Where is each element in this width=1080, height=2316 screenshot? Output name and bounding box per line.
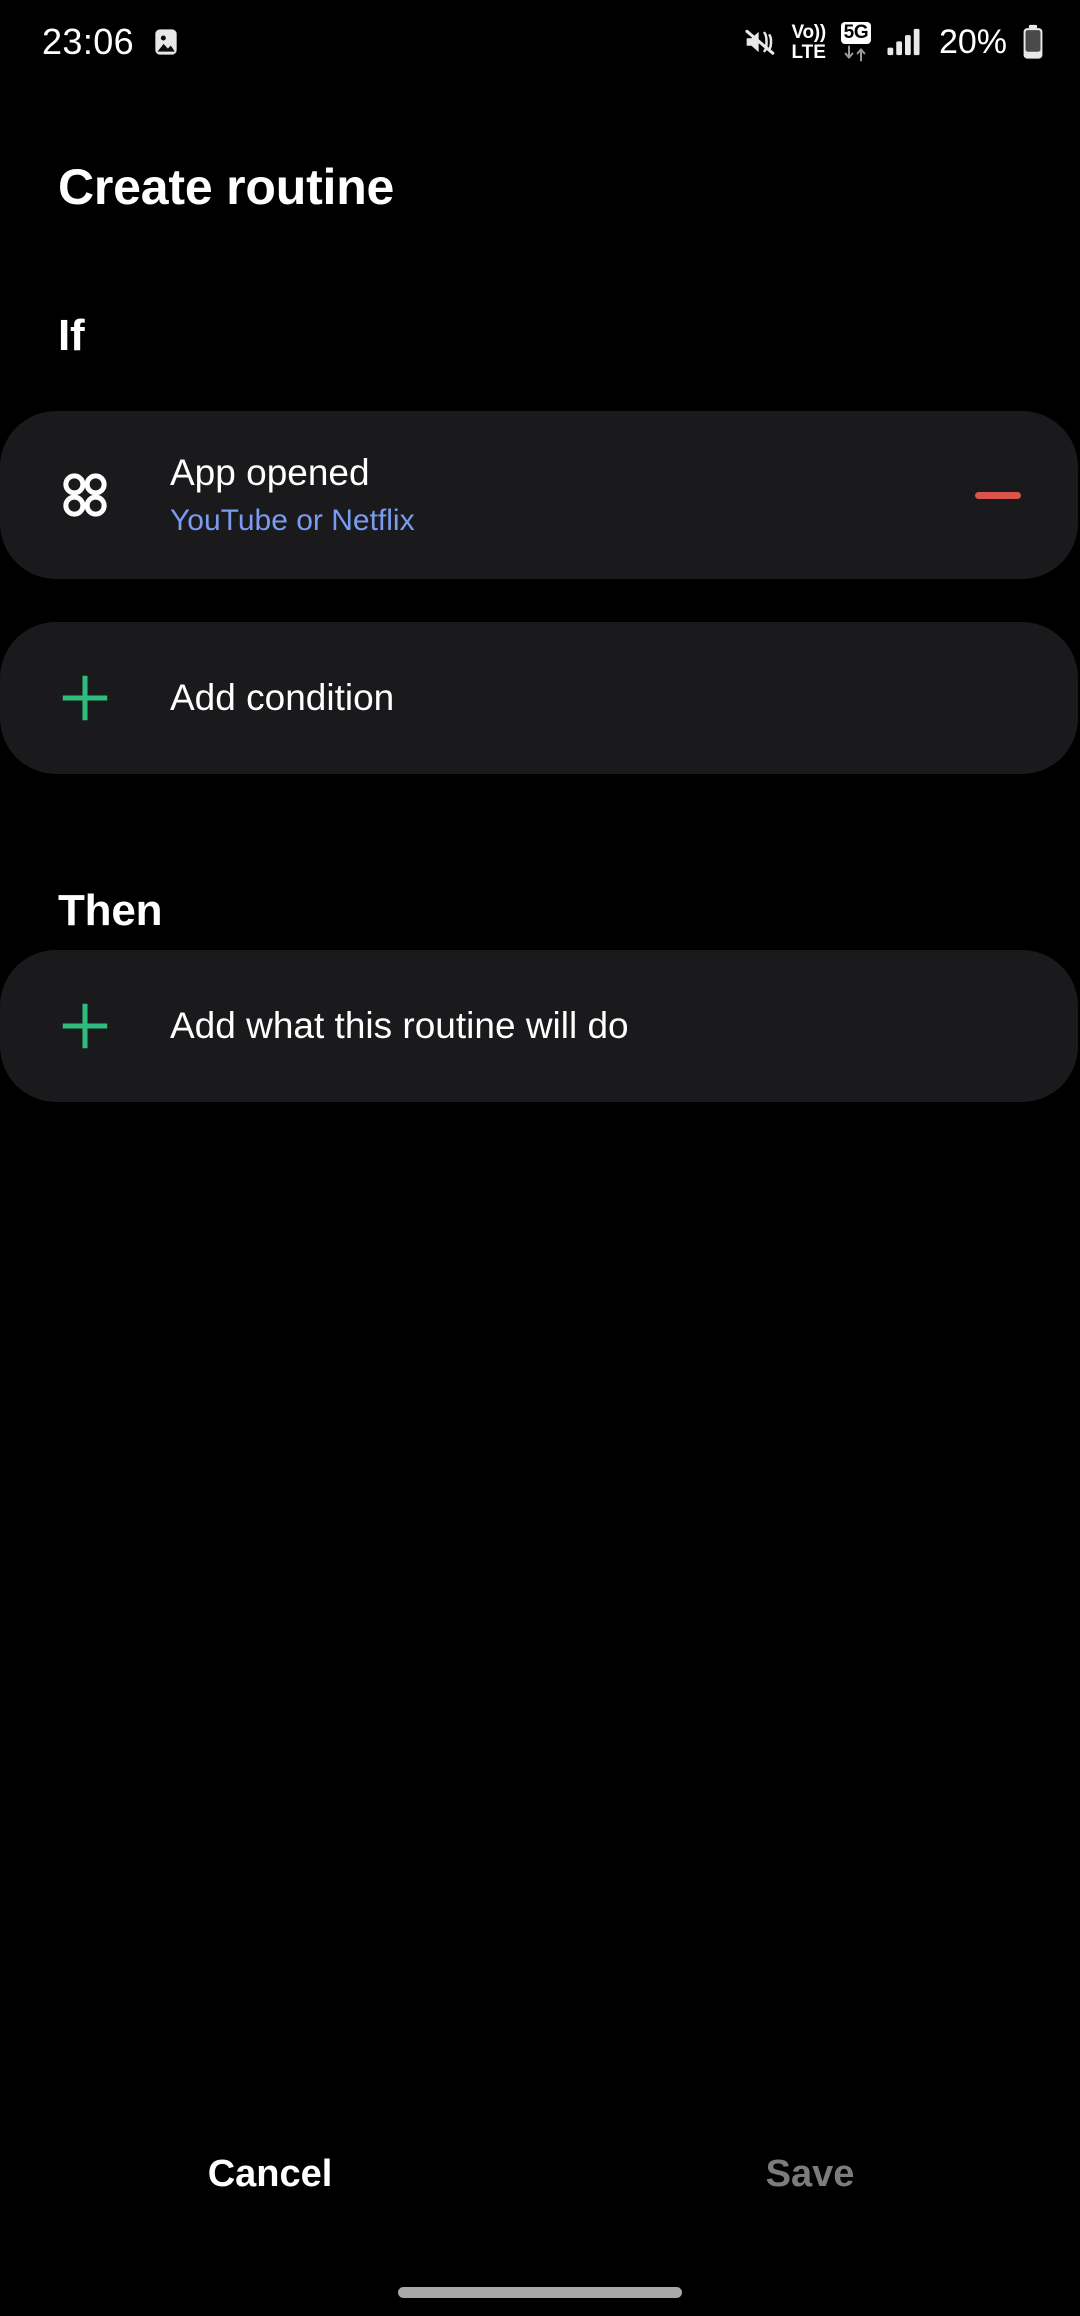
status-bar: 23:06 Vo)) LTE 5G 20% (0, 0, 1080, 84)
add-action-button[interactable]: Add what this routine will do (0, 950, 1078, 1102)
add-condition-button[interactable]: Add condition (0, 622, 1078, 774)
footer-action-bar: Cancel Save (0, 2114, 1080, 2234)
battery-percent-label: 20% (938, 22, 1007, 61)
condition-card-app-opened[interactable]: App opened YouTube or Netflix (0, 411, 1078, 579)
minus-icon (975, 491, 1021, 499)
status-bar-left: 23:06 (42, 24, 182, 60)
section-heading-if: If (58, 311, 85, 360)
battery-icon (1020, 24, 1046, 60)
remove-condition-button[interactable] (938, 491, 1058, 499)
add-condition-label: Add condition (170, 677, 395, 718)
gallery-image-icon (150, 26, 182, 58)
condition-icon-slot (0, 466, 170, 524)
5g-data-icon: 5G (839, 22, 873, 62)
volte-icon: Vo)) LTE (791, 21, 826, 63)
page-title: Create routine (58, 159, 395, 215)
add-condition-icon-slot (0, 669, 170, 727)
mute-vibrate-icon (742, 26, 778, 58)
add-action-icon-slot (0, 997, 170, 1055)
home-indicator[interactable] (398, 2287, 682, 2298)
condition-title: App opened (170, 451, 370, 493)
add-action-label: Add what this routine will do (170, 1005, 629, 1046)
status-bar-right: Vo)) LTE 5G 20% (742, 22, 1046, 62)
cancel-button[interactable]: Cancel (0, 2153, 540, 2196)
four-dots-grid-icon (56, 466, 114, 524)
condition-subtitle: YouTube or Netflix (170, 504, 415, 538)
add-action-text-block: Add what this routine will do (170, 1005, 1078, 1047)
add-condition-text-block: Add condition (170, 677, 1078, 719)
plus-icon (56, 997, 114, 1055)
plus-icon (56, 669, 114, 727)
section-heading-then: Then (58, 886, 163, 935)
condition-text-block: App opened YouTube or Netflix (170, 451, 938, 539)
signal-bars-icon (886, 27, 924, 57)
save-button[interactable]: Save (540, 2153, 1080, 2196)
status-bar-clock: 23:06 (42, 21, 135, 62)
